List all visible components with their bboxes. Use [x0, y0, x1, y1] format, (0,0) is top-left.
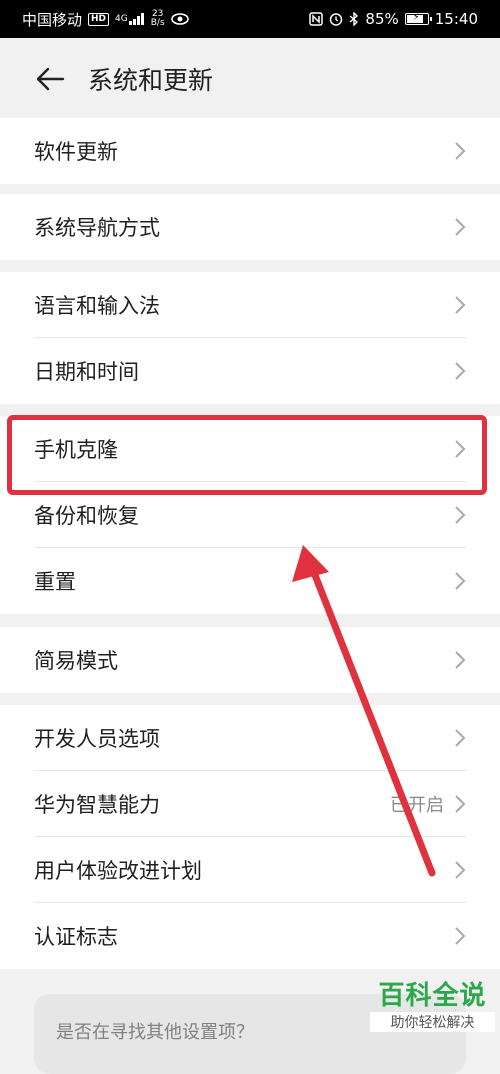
annotation-arrow: [292, 545, 436, 877]
watermark-sub-text: 助你轻松解决: [370, 1012, 495, 1032]
watermark-logo: 百科全说 助你轻松解决: [370, 975, 495, 1032]
watermark-main-text: 百科全说: [378, 981, 487, 1011]
